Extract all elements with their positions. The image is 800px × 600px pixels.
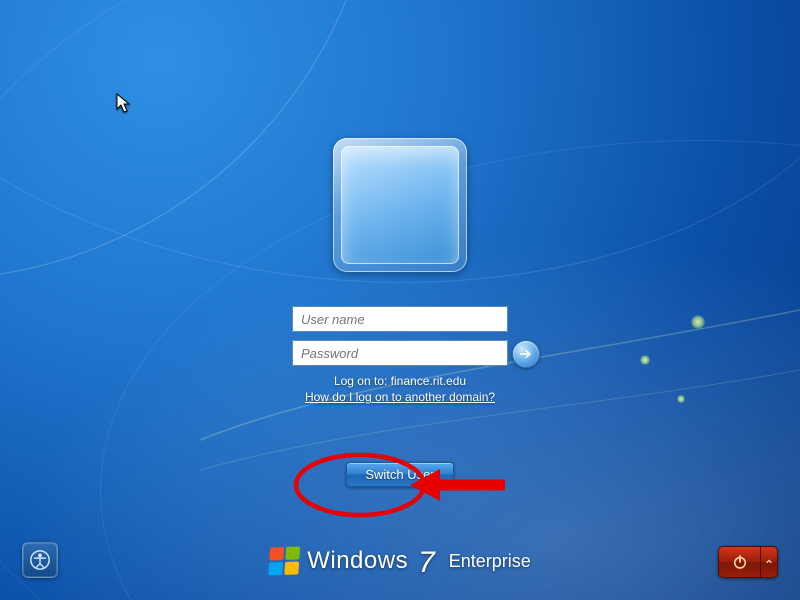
ease-of-access-button[interactable] bbox=[22, 542, 58, 578]
windows-branding: Windows 7 Enterprise bbox=[269, 544, 531, 578]
user-avatar-frame bbox=[333, 138, 467, 272]
shutdown-button[interactable] bbox=[718, 546, 760, 578]
other-domain-link[interactable]: How do I log on to another domain? bbox=[250, 390, 550, 404]
windows-logo-icon bbox=[268, 546, 300, 575]
user-avatar bbox=[341, 146, 459, 264]
branding-word: Windows bbox=[307, 547, 408, 575]
chevron-up-icon bbox=[765, 558, 773, 566]
decorative-leaf bbox=[691, 315, 705, 329]
power-options-menu-button[interactable] bbox=[760, 546, 778, 578]
username-input[interactable] bbox=[292, 306, 508, 332]
branding-edition: Enterprise bbox=[449, 551, 531, 572]
switch-user-button[interactable]: Switch User bbox=[346, 462, 453, 487]
logon-domain-label: Log on to: finance.rit.edu bbox=[250, 374, 550, 388]
branding-version: 7 bbox=[418, 546, 435, 580]
arrow-right-icon bbox=[518, 346, 534, 362]
submit-button[interactable] bbox=[512, 340, 540, 368]
power-icon bbox=[731, 553, 749, 571]
password-input[interactable] bbox=[292, 340, 508, 366]
decorative-leaf bbox=[677, 395, 685, 403]
mouse-cursor bbox=[116, 93, 132, 120]
ease-of-access-icon bbox=[29, 549, 51, 571]
power-options bbox=[718, 546, 778, 578]
decorative-leaf bbox=[640, 355, 650, 365]
